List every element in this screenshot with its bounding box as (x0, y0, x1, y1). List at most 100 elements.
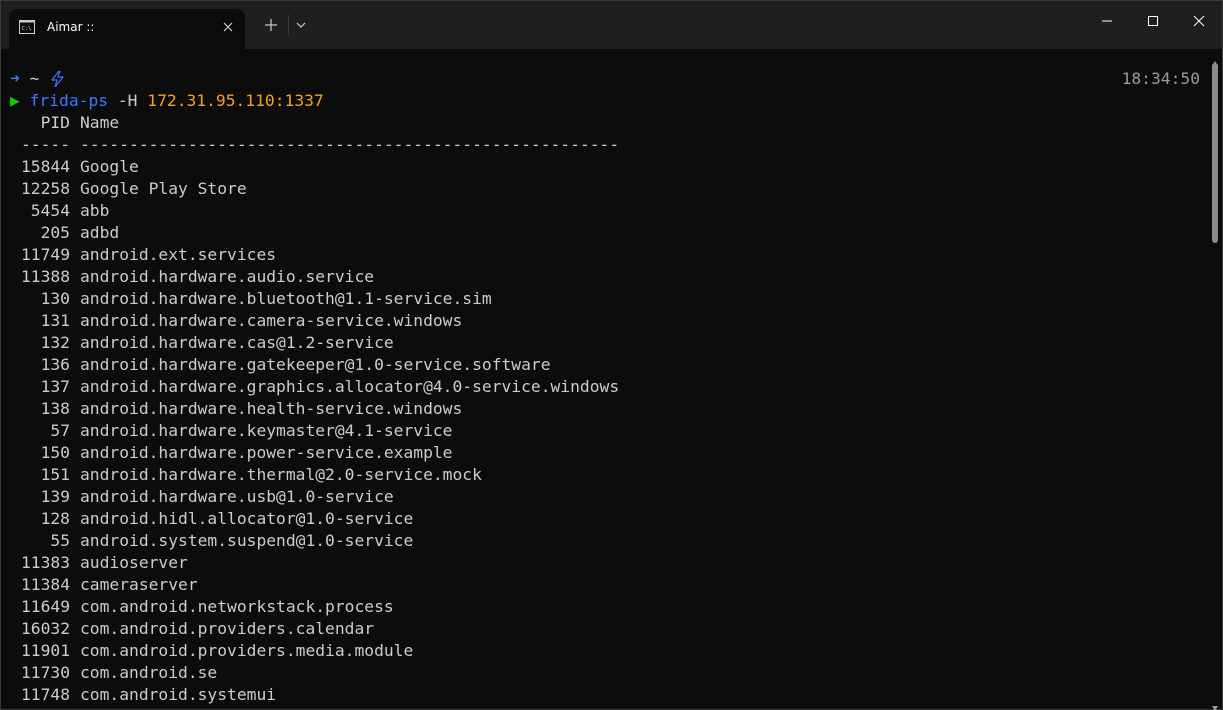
close-icon (1193, 15, 1205, 27)
table-row: 138 android.hardware.health-service.windo… (10, 398, 619, 420)
close-window-button[interactable] (1176, 1, 1222, 41)
table-row: 16032 com.android.providers.calendar (10, 618, 619, 640)
process-name: android.system.suspend@1.0-service (80, 531, 414, 550)
process-pid: 5454 (30, 201, 70, 220)
tab-active[interactable]: C:\ Aimar :: (9, 9, 245, 49)
process-pid: 205 (40, 223, 70, 242)
process-pid: 136 (40, 355, 70, 374)
table-row: 128 android.hidl.allocator@1.0-service (10, 508, 619, 530)
process-name: android.hardware.graphics.allocator@4.0-… (80, 377, 620, 396)
table-row: 57 android.hardware.keymaster@4.1-service (10, 420, 619, 442)
plus-icon (265, 19, 277, 31)
tab-title: Aimar :: (47, 20, 95, 34)
header-pid: PID (40, 113, 70, 132)
vertical-scrollbar[interactable] (1208, 49, 1222, 710)
process-name: android.hardware.bluetooth@1.1-service.s… (80, 289, 492, 308)
scrollbar-thumb[interactable] (1212, 63, 1218, 243)
terminal-output[interactable]: 18:34:50 ➜ ~ ▶ frida-ps -H 172.31.95.110… (1, 49, 1208, 709)
scroll-down-icon[interactable] (1211, 697, 1219, 710)
process-pid: 16032 (20, 619, 70, 638)
process-name: android.hardware.gatekeeper@1.0-service.… (80, 355, 551, 374)
separator-name: ----------------------------------------… (80, 135, 620, 154)
process-pid: 130 (40, 289, 70, 308)
table-row: 12258 Google Play Store (10, 178, 619, 200)
process-pid: 11649 (20, 597, 70, 616)
table-row: 136 android.hardware.gatekeeper@1.0-servi… (10, 354, 619, 376)
table-row: 11384 cameraserver (10, 574, 619, 596)
process-name: Google (80, 157, 139, 176)
process-pid: 11901 (20, 641, 70, 660)
table-row: 151 android.hardware.thermal@2.0-service.… (10, 464, 619, 486)
table-row: 15844 Google (10, 156, 619, 178)
process-pid: 11749 (20, 245, 70, 264)
table-row: 205 adbd (10, 222, 619, 244)
process-name: com.android.providers.calendar (80, 619, 375, 638)
process-name: android.hardware.thermal@2.0-service.moc… (80, 465, 482, 484)
process-pid: 139 (40, 487, 70, 506)
minimize-button[interactable] (1084, 1, 1130, 41)
process-name: com.android.providers.media.module (80, 641, 414, 660)
process-name: android.hardware.cas@1.2-service (80, 333, 394, 352)
command-argument: 172.31.95.110:1337 (147, 91, 324, 110)
table-row: 11749 android.ext.services (10, 244, 619, 266)
process-name: android.hardware.camera-service.windows (80, 311, 463, 330)
new-tab-button[interactable] (260, 14, 282, 36)
table-row: 150 android.hardware.power-service.exampl… (10, 442, 619, 464)
process-pid: 11748 (20, 685, 70, 704)
process-pid: 12258 (20, 179, 70, 198)
tab-dropdown-button[interactable] (291, 14, 311, 36)
process-name: com.android.networkstack.process (80, 597, 394, 616)
process-pid: 131 (40, 311, 70, 330)
prompt-arrow: ➜ (10, 69, 20, 88)
process-pid: 55 (50, 531, 70, 550)
process-name: android.hardware.audio.service (80, 267, 375, 286)
table-row: 11649 com.android.networkstack.process (10, 596, 619, 618)
process-pid: 137 (40, 377, 70, 396)
table-row: 11383 audioserver (10, 552, 619, 574)
close-tab-icon[interactable] (219, 18, 237, 36)
scroll-up-icon[interactable] (1211, 53, 1219, 66)
process-list: 15844 Google 12258 Google Play Store 5454 abb… (10, 156, 619, 706)
table-row: 130 android.hardware.bluetooth@1.1-servic… (10, 288, 619, 310)
header-name: Name (80, 113, 120, 132)
process-pid: 128 (40, 509, 70, 528)
prompt-info-line: ➜ ~ (10, 68, 619, 90)
table-row: 55 android.system.suspend@1.0-service (10, 530, 619, 552)
output-lines: ➜ ~ ▶ frida-ps -H 172.31.95.110:1337 PID… (10, 68, 619, 706)
prompt-path: ~ (29, 69, 40, 88)
terminal-window: C:\ Aimar :: 18:34:50 ➜ ~ ▶ frida-ps -H … (0, 0, 1223, 710)
table-header: PID Name (10, 112, 619, 134)
table-row: 11388 android.hardware.audio.service (10, 266, 619, 288)
process-name: com.android.systemui (80, 685, 277, 704)
process-pid: 57 (50, 421, 70, 440)
process-name: android.hardware.power-service.example (80, 443, 453, 462)
table-row: 137 android.hardware.graphics.allocator@4… (10, 376, 620, 398)
process-pid: 15844 (20, 157, 70, 176)
minimize-icon (1102, 20, 1112, 22)
tab-separator (288, 15, 289, 35)
process-name: android.hardware.keymaster@4.1-service (80, 421, 453, 440)
process-name: audioserver (80, 553, 188, 572)
command-flag: -H (117, 91, 138, 110)
command-line: ▶ frida-ps -H 172.31.95.110:1337 (10, 90, 619, 112)
process-pid: 11730 (20, 663, 70, 682)
process-name: android.hardware.usb@1.0-service (80, 487, 394, 506)
separator-pid: ----- (20, 135, 70, 154)
process-name: com.android.se (80, 663, 218, 682)
table-row: 11901 com.android.providers.media.module (10, 640, 619, 662)
process-name: cameraserver (80, 575, 198, 594)
process-pid: 11384 (20, 575, 70, 594)
maximize-icon (1148, 16, 1158, 26)
command-name: frida-ps (29, 91, 109, 110)
process-pid: 150 (40, 443, 70, 462)
table-row: 131 android.hardware.camera-service.windo… (10, 310, 619, 332)
maximize-button[interactable] (1130, 1, 1176, 41)
process-pid: 132 (40, 333, 70, 352)
table-row: 132 android.hardware.cas@1.2-service (10, 332, 619, 354)
svg-text:C:\: C:\ (22, 26, 32, 32)
process-name: android.hidl.allocator@1.0-service (80, 509, 414, 528)
process-name: android.hardware.health-service.windows (80, 399, 463, 418)
chevron-down-icon (296, 22, 306, 28)
prompt-symbol: ▶ (10, 91, 20, 110)
process-pid: 11388 (20, 267, 70, 286)
